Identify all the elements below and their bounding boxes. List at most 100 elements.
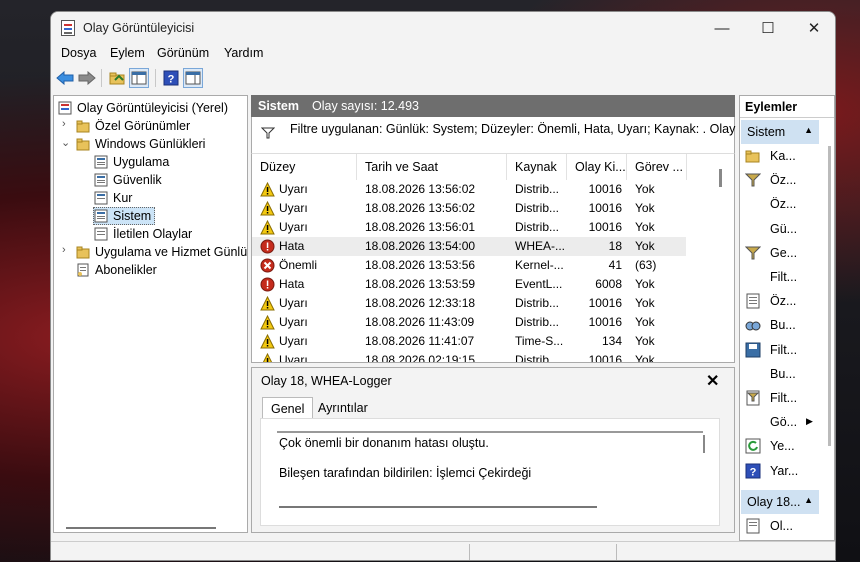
table-row[interactable]: Uyarı 18.08.2026 13:56:01 Distrib... 10016 Y…: [252, 218, 686, 237]
tree-label: Kur: [113, 191, 133, 205]
expand-chevron-icon[interactable]: ›: [62, 244, 66, 256]
tree-item-system[interactable]: Sistem: [93, 207, 156, 225]
description-scrollbar[interactable]: [703, 435, 705, 453]
action-item[interactable]: Öz...: [740, 170, 820, 192]
help-icon: ?: [163, 70, 179, 86]
cell-source: Time-S...: [515, 334, 564, 348]
tree-label: Abonelikler: [95, 263, 157, 277]
column-header-level[interactable]: Düzey: [252, 154, 357, 180]
menu-file[interactable]: Dosya: [61, 46, 96, 60]
table-row[interactable]: Uyarı 18.08.2026 11:41:07 Time-S... 134 Yok: [252, 332, 686, 351]
table-row[interactable]: Uyarı 18.08.2026 12:33:18 Distrib... 10016 Y…: [252, 294, 686, 313]
tree-label: Uygulama: [113, 155, 170, 169]
cell-level: Uyarı: [279, 220, 308, 234]
actions-group-event[interactable]: Olay 18... ▲: [741, 490, 819, 514]
tree-item-forwarded-events[interactable]: İletilen Olaylar: [94, 225, 192, 243]
back-button[interactable]: [55, 68, 75, 88]
back-arrow-icon: [56, 71, 74, 85]
table-row[interactable]: Hata 18.08.2026 13:53:59 EventL... 6008 Yok: [252, 275, 686, 294]
action-item[interactable]: Ye...: [740, 436, 820, 458]
table-row[interactable]: Hata 18.08.2026 13:54:00 WHEA-... 18 Yok: [252, 237, 686, 256]
action-label: Öz...: [770, 173, 797, 188]
warning-icon: [260, 352, 275, 362]
tree-item-app-services-logs[interactable]: Uygulama ve Hizmet Günlük: [76, 243, 247, 261]
tree-item-windows-logs[interactable]: Windows Günlükleri: [76, 135, 205, 153]
close-icon[interactable]: ✕: [706, 371, 719, 391]
actions-scrollbar[interactable]: [828, 146, 831, 446]
table-row[interactable]: Uyarı 18.08.2026 13:56:02 Distrib... 10016 Y…: [252, 199, 686, 218]
tree-horizontal-scrollbar[interactable]: [66, 527, 216, 529]
action-item[interactable]: Gö... ▶: [740, 412, 820, 434]
action-label: Bu...: [770, 318, 796, 333]
tree-item-security[interactable]: Güvenlik: [94, 171, 162, 189]
action-item[interactable]: Ge...: [740, 243, 820, 265]
event-list-scrollbar[interactable]: [719, 169, 722, 187]
maximize-button[interactable]: ☐: [745, 12, 791, 44]
log-icon: [94, 209, 108, 223]
tree-item-custom-views[interactable]: Özel Görünümler: [76, 117, 190, 135]
action-item[interactable]: ? Yar...: [740, 461, 820, 483]
action-item[interactable]: Filt...: [740, 267, 820, 289]
collapse-chevron-icon[interactable]: ⌄: [61, 136, 70, 149]
folder-icon: [76, 138, 90, 151]
action-item[interactable]: Bu...: [740, 315, 820, 337]
help-button[interactable]: ?: [161, 68, 181, 88]
action-item[interactable]: Filt...: [740, 388, 820, 410]
show-hide-action-pane-button[interactable]: [183, 68, 203, 88]
folder-icon: [76, 120, 90, 133]
actions-group-system[interactable]: Sistem ▲: [741, 120, 819, 144]
table-row[interactable]: Uyarı 18.08.2026 02:19:15 Distrib... 10016 Y…: [252, 351, 686, 363]
action-item[interactable]: Öz...: [740, 291, 820, 313]
action-item[interactable]: Ol...: [740, 516, 820, 538]
menu-help[interactable]: Yardım: [224, 46, 263, 60]
table-row[interactable]: Uyarı 18.08.2026 13:56:02 Distrib... 10016 Y…: [252, 180, 686, 199]
menu-view[interactable]: Görünüm: [157, 46, 209, 60]
column-header-date[interactable]: Tarih ve Saat: [357, 154, 507, 180]
close-button[interactable]: ✕: [791, 12, 835, 44]
column-header-event-id[interactable]: Olay Ki...: [567, 154, 627, 180]
action-item[interactable]: Ka...: [740, 146, 820, 168]
warning-icon: [260, 314, 275, 330]
console-tree-icon: [131, 71, 147, 85]
cell-level: Uyarı: [279, 353, 308, 363]
cell-level: Uyarı: [279, 182, 308, 196]
title-bar[interactable]: Olay Görüntüleyicisi — ☐ ✕: [51, 12, 835, 44]
toolbar-separator: [155, 69, 156, 87]
cell-event-id: 10016: [588, 220, 622, 234]
open-folder-icon: [745, 148, 761, 164]
svg-text:?: ?: [168, 74, 175, 86]
column-header-task[interactable]: Görev ...: [627, 154, 687, 180]
action-item[interactable]: Gü...: [740, 219, 820, 241]
tab-details[interactable]: Ayrıntılar: [310, 397, 376, 419]
svg-text:?: ?: [750, 466, 757, 478]
description-horizontal-scrollbar[interactable]: [279, 506, 597, 508]
tree-item-root[interactable]: Olay Görüntüleyicisi (Yerel): [58, 99, 228, 117]
table-row[interactable]: Uyarı 18.08.2026 11:43:09 Distrib... 10016 Y…: [252, 313, 686, 332]
minimize-button[interactable]: —: [699, 12, 745, 44]
action-item[interactable]: Filt...: [740, 340, 820, 362]
cell-task: Yok: [635, 182, 655, 196]
table-row[interactable]: Önemli 18.08.2026 13:53:56 Kernel-... 41 (63…: [252, 256, 686, 275]
action-item[interactable]: Öz...: [740, 194, 820, 216]
column-header-source[interactable]: Kaynak: [507, 154, 567, 180]
warning-icon: [260, 219, 275, 235]
actions-header: Eylemler: [740, 96, 834, 118]
tree-item-setup[interactable]: Kur: [94, 189, 132, 207]
event-description[interactable]: Çok önemli bir donanım hatası oluştu. Bi…: [277, 431, 703, 480]
event-properties-icon: [745, 518, 761, 534]
tree-item-application[interactable]: Uygulama: [94, 153, 169, 171]
show-hide-tree-button[interactable]: [129, 68, 149, 88]
tab-general[interactable]: Genel: [262, 397, 314, 419]
expand-chevron-icon[interactable]: ›: [62, 118, 66, 130]
filter-description: Filtre uygulanan: Günlük: System; Düzeyl…: [290, 122, 736, 136]
forward-button[interactable]: [77, 68, 97, 88]
cell-event-id: 10016: [588, 296, 622, 310]
cell-source: Distrib...: [515, 182, 560, 196]
up-folder-button[interactable]: [107, 68, 127, 88]
status-separator: [616, 544, 617, 560]
toolbar-separator: [101, 69, 102, 87]
action-item[interactable]: Bu...: [740, 364, 820, 386]
tree-item-subscriptions[interactable]: Abonelikler: [76, 261, 157, 279]
menu-action[interactable]: Eylem: [110, 46, 145, 60]
action-label: Gö...: [770, 415, 798, 430]
